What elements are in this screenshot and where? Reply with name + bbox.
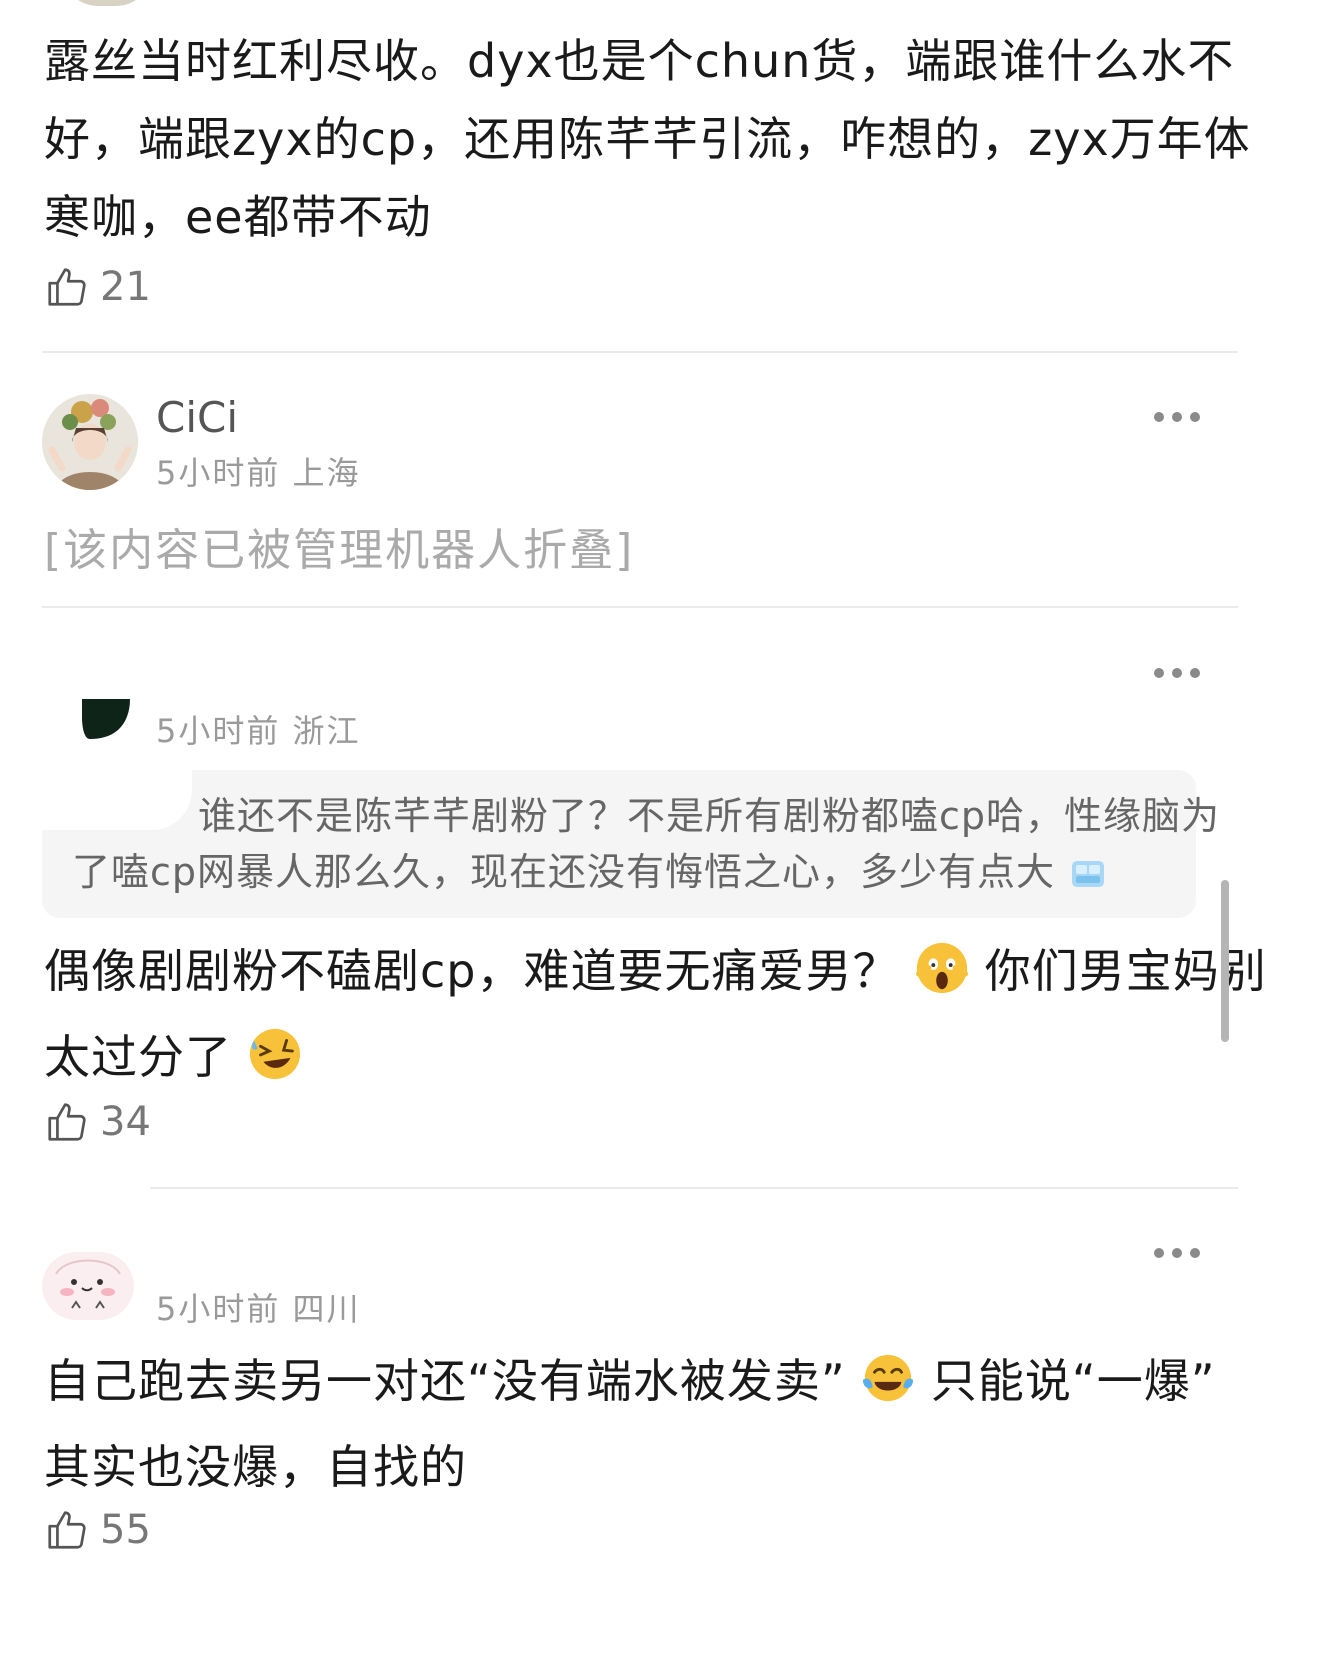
avatar-partial[interactable]: [62, 0, 152, 6]
location: 四川: [292, 1290, 361, 1328]
comment-meta: 5小时前 上海: [156, 448, 361, 494]
avatar[interactable]: [80, 697, 132, 741]
folded-content-notice[interactable]: [该内容已被管理机器人折叠]: [44, 514, 634, 578]
like-count: 21: [100, 264, 151, 310]
timestamp: 5小时前: [156, 1290, 281, 1328]
avatar[interactable]: [42, 1252, 134, 1320]
comment-meta: 5小时前 浙江: [156, 706, 361, 752]
thumbs-up-icon: [48, 1103, 86, 1141]
comment-text: 自己跑去卖另一对还“没有端水被发卖” 只能说“一爆” 其实也没爆，自找的: [44, 1342, 1216, 1506]
tears-of-joy-emoji: [861, 1350, 915, 1428]
location: 浙江: [292, 712, 361, 750]
more-options-button[interactable]: [1154, 668, 1200, 678]
comment-text: 偶像剧剧粉不磕剧cp，难道要无痛爱男？ 你们男宝妈别 太过分了: [44, 932, 1267, 1104]
comment-text: 露丝当时红利尽收。dyx也是个chun货，端跟谁什么水不 好，端跟zyx的cp，…: [44, 34, 1251, 244]
divider: [42, 351, 1238, 353]
comment-meta: 5小时前 四川: [156, 1284, 361, 1330]
more-options-button[interactable]: [1154, 412, 1200, 422]
ice-cube-emoji: [1068, 850, 1108, 910]
quoted-reply[interactable]: 谁还不是陈芊芊剧粉了？不是所有剧粉都嗑cp哈，性缘脑为 了嗑cp网暴人那么久，现…: [42, 770, 1219, 918]
like-button[interactable]: 21: [44, 264, 151, 310]
more-options-button[interactable]: [1154, 1248, 1200, 1258]
like-button[interactable]: 34: [44, 1099, 151, 1145]
like-count: 34: [100, 1099, 151, 1145]
rolling-laughing-emoji: [248, 1026, 302, 1104]
username[interactable]: CiCi: [156, 393, 238, 442]
quote-mask: [42, 770, 192, 830]
screaming-face-emoji: [915, 940, 969, 1018]
like-button[interactable]: 55: [44, 1507, 151, 1553]
location: 上海: [292, 454, 361, 492]
divider: [150, 1187, 1238, 1189]
scrollbar-thumb[interactable]: [1221, 880, 1229, 1042]
thumbs-up-icon: [48, 268, 86, 306]
avatar[interactable]: [42, 394, 138, 490]
like-count: 55: [100, 1507, 151, 1553]
thumbs-up-icon: [48, 1511, 86, 1549]
timestamp: 5小时前: [156, 454, 281, 492]
divider: [42, 606, 1238, 608]
timestamp: 5小时前: [156, 712, 281, 750]
